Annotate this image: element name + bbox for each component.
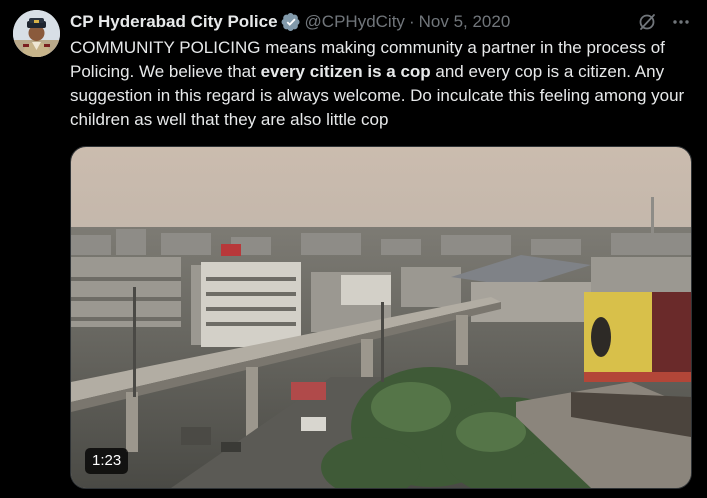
video-duration-badge: 1:23 <box>85 448 129 474</box>
separator-dot: · <box>408 12 415 31</box>
video-thumbnail <box>71 147 691 488</box>
header-actions <box>637 10 691 34</box>
display-name[interactable]: CP Hyderabad City Police <box>70 12 278 32</box>
tweet-header: CP Hyderabad City Police @CPHydCity · No… <box>70 10 691 34</box>
tweet-text: COMMUNITY POLICING means making communit… <box>70 36 698 132</box>
tweet-date[interactable]: Nov 5, 2020 <box>419 12 511 32</box>
avatar-image <box>13 10 60 57</box>
avatar[interactable] <box>13 10 60 57</box>
grok-icon[interactable] <box>637 12 657 32</box>
more-icon[interactable] <box>671 12 691 32</box>
tweet[interactable]: CP Hyderabad City Police @CPHydCity · No… <box>0 0 707 498</box>
handle[interactable]: @CPHydCity <box>305 12 405 32</box>
verified-badge-icon[interactable] <box>281 12 301 32</box>
tweet-text-bold: every citizen is a cop <box>260 62 431 81</box>
video-player[interactable]: 1:23 <box>70 146 692 489</box>
